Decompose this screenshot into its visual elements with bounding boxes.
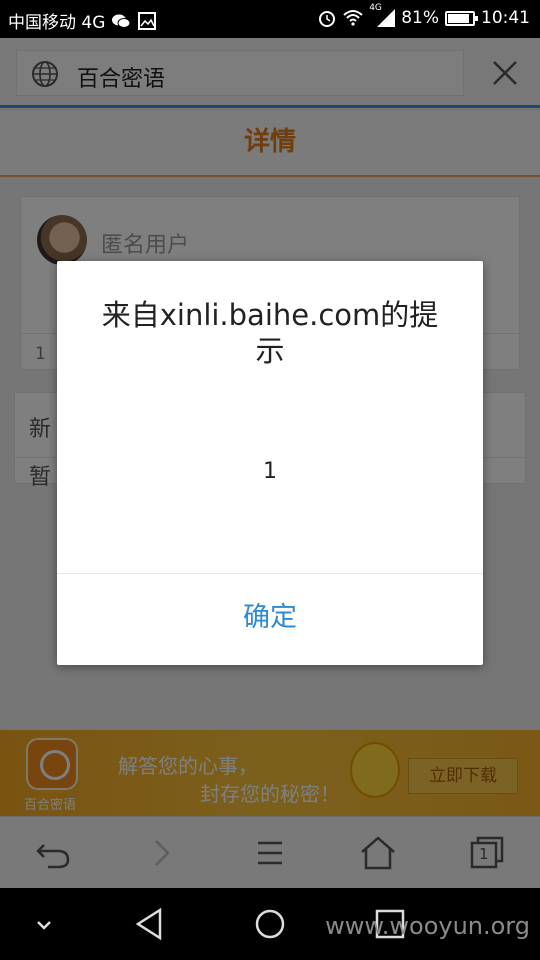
- alert-dialog: 来自xinli.baihe.com的提示 1 确定: [57, 261, 483, 665]
- status-bar: 中国移动 4G 4G 81% 10:41: [0, 0, 540, 38]
- dialog-title: 来自xinli.baihe.com的提示: [101, 298, 439, 368]
- battery-icon: [445, 10, 478, 26]
- signal-icon: 4G: [369, 3, 396, 27]
- nav-home-icon[interactable]: [250, 906, 290, 942]
- alarm-icon: [319, 11, 336, 27]
- carrier-label: 中国移动 4G: [8, 13, 106, 33]
- dialog-message: 1: [263, 459, 277, 484]
- wechat-icon: [112, 14, 131, 28]
- image-icon: [138, 11, 157, 30]
- clock: 10:41: [481, 8, 530, 28]
- battery-percent: 81%: [401, 8, 439, 28]
- ok-button[interactable]: 确定: [57, 574, 483, 665]
- collapse-icon[interactable]: [24, 906, 64, 942]
- nav-back-icon[interactable]: [130, 906, 170, 942]
- network-badge: 4G: [369, 3, 382, 13]
- system-nav-bar: www.wooyun.org: [0, 888, 540, 960]
- wifi-icon: [343, 10, 363, 26]
- watermark: www.wooyun.org: [325, 912, 530, 940]
